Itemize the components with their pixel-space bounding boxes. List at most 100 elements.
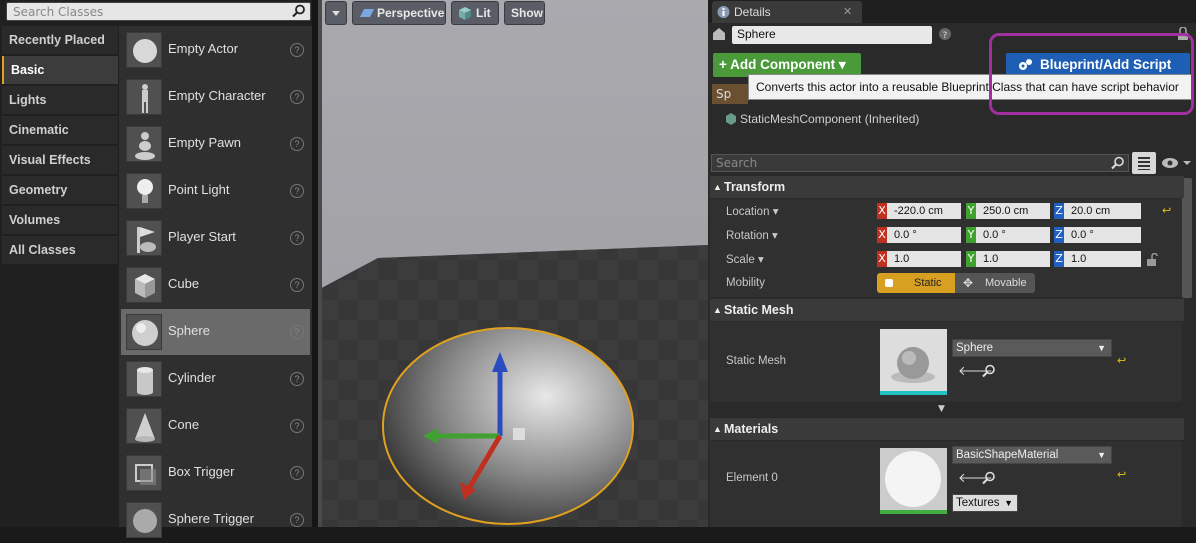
- reset-to-default-icon[interactable]: ↩: [1117, 354, 1126, 367]
- list-item-cube[interactable]: Cube ?: [121, 262, 310, 308]
- mobility-movable-button[interactable]: ✥ Movable: [955, 273, 1035, 293]
- search-classes-input[interactable]: Search Classes: [6, 2, 311, 21]
- item-label: Player Start: [168, 229, 236, 244]
- rotation-label[interactable]: Rotation ▾: [726, 228, 778, 242]
- search-icon: [1111, 156, 1124, 170]
- material-thumbnail[interactable]: [880, 448, 947, 514]
- lit-button[interactable]: Lit: [451, 1, 499, 25]
- list-item-box-trigger[interactable]: Box Trigger ?: [121, 450, 310, 496]
- help-icon[interactable]: ?: [290, 184, 304, 198]
- pawn-thumbnail: [126, 126, 162, 162]
- list-item-cone[interactable]: Cone ?: [121, 403, 310, 449]
- scale-z-field[interactable]: 1.0: [1064, 251, 1141, 267]
- category-visual-effects[interactable]: Visual Effects: [2, 146, 118, 174]
- rotation-x-field[interactable]: 0.0 °: [887, 227, 961, 243]
- list-item-sphere[interactable]: Sphere ?: [121, 309, 310, 355]
- rotation-z-field[interactable]: 0.0 °: [1064, 227, 1141, 243]
- category-all-classes[interactable]: All Classes: [2, 236, 118, 264]
- static-mesh-section-header[interactable]: ▲ Static Mesh: [710, 299, 1184, 321]
- expand-advanced-icon[interactable]: ▼: [938, 404, 945, 414]
- scale-y-field[interactable]: 1.0: [976, 251, 1050, 267]
- show-button[interactable]: Show: [504, 1, 545, 25]
- help-icon[interactable]: ?: [938, 27, 952, 41]
- reset-to-default-icon[interactable]: ↩: [1162, 204, 1171, 217]
- list-item-cylinder[interactable]: Cylinder ?: [121, 356, 310, 402]
- help-icon[interactable]: ?: [290, 278, 304, 292]
- show-label: Show: [511, 6, 543, 20]
- category-lights[interactable]: Lights: [2, 86, 118, 114]
- location-label[interactable]: Location ▾: [726, 204, 778, 218]
- help-icon[interactable]: ?: [290, 231, 304, 245]
- annotation-highlight-box: [989, 33, 1194, 115]
- category-cinematic[interactable]: Cinematic: [2, 116, 118, 144]
- reset-to-default-icon[interactable]: ↩: [1117, 468, 1126, 481]
- help-icon[interactable]: ?: [290, 372, 304, 386]
- viewport-options-button[interactable]: [325, 1, 347, 25]
- category-recently-placed[interactable]: Recently Placed: [2, 26, 118, 54]
- category-geometry[interactable]: Geometry: [2, 176, 118, 204]
- rotation-y-field[interactable]: 0.0 °: [976, 227, 1050, 243]
- eye-icon[interactable]: [1160, 155, 1192, 171]
- category-volumes[interactable]: Volumes: [2, 206, 118, 234]
- materials-section-header[interactable]: ▲ Materials: [710, 418, 1184, 440]
- mobility-static-button[interactable]: Static: [877, 273, 955, 293]
- section-title: Transform: [724, 180, 786, 194]
- help-icon[interactable]: ?: [290, 137, 304, 151]
- location-y-field[interactable]: 250.0 cm: [976, 203, 1050, 219]
- actor-name-input[interactable]: Sphere: [732, 26, 932, 44]
- viewport-border: [318, 0, 322, 527]
- help-icon[interactable]: ?: [290, 466, 304, 480]
- material-sphere-icon: [885, 451, 941, 507]
- list-item-sphere-trigger[interactable]: Sphere Trigger ?: [121, 497, 310, 543]
- component-root-label: Sp: [716, 87, 732, 101]
- browse-search-icon[interactable]: [982, 364, 996, 378]
- perspective-button[interactable]: Perspective: [352, 1, 446, 25]
- material-combo[interactable]: BasicShapeMaterial ▼: [952, 446, 1112, 464]
- player-start-thumbnail: [126, 220, 162, 256]
- static-mesh-component-item[interactable]: StaticMeshComponent (Inherited): [740, 112, 919, 126]
- scale-x-field[interactable]: 1.0: [887, 251, 961, 267]
- point-light-thumbnail: [126, 173, 162, 209]
- collapse-arrow-icon: ▲: [713, 305, 722, 315]
- location-z-field[interactable]: 20.0 cm: [1064, 203, 1141, 219]
- browse-search-icon[interactable]: [982, 471, 996, 485]
- help-icon[interactable]: ?: [290, 419, 304, 433]
- svg-text:?: ?: [943, 31, 948, 41]
- cube-thumbnail: [126, 267, 162, 303]
- location-x-field[interactable]: -220.0 cm: [887, 203, 961, 219]
- list-item-point-light[interactable]: Point Light ?: [121, 168, 310, 214]
- property-matrix-button[interactable]: [1132, 152, 1156, 174]
- cylinder-thumbnail: [126, 361, 162, 397]
- help-icon[interactable]: ?: [290, 325, 304, 339]
- static-mesh-thumbnail[interactable]: [880, 329, 947, 395]
- scale-label[interactable]: Scale ▾: [726, 252, 764, 266]
- tab-details[interactable]: Details: [712, 1, 862, 23]
- help-icon[interactable]: ?: [290, 90, 304, 104]
- list-item-empty-character[interactable]: Empty Character ?: [121, 74, 310, 120]
- item-label: Empty Pawn: [168, 135, 241, 150]
- list-item-empty-pawn[interactable]: Empty Pawn ?: [121, 121, 310, 167]
- list-item-empty-actor[interactable]: Empty Actor ?: [121, 27, 310, 73]
- item-label: Sphere: [168, 323, 210, 338]
- level-viewport[interactable]: [318, 0, 708, 527]
- transform-section-header[interactable]: ▲ Transform: [710, 176, 1184, 198]
- x-axis-badge: X: [877, 203, 887, 219]
- search-placeholder: Search Classes: [13, 5, 104, 19]
- unlocked-icon[interactable]: [1146, 253, 1158, 267]
- help-icon[interactable]: ?: [290, 43, 304, 57]
- list-item-player-start[interactable]: Player Start ?: [121, 215, 310, 261]
- search-icon[interactable]: [292, 4, 306, 18]
- details-search-input[interactable]: Search: [711, 154, 1129, 172]
- chevron-down-icon: ▼: [1097, 450, 1106, 460]
- static-mesh-combo[interactable]: Sphere ▼: [952, 339, 1112, 357]
- static-label: Static: [914, 277, 942, 289]
- item-label: Empty Actor: [168, 41, 239, 56]
- help-icon[interactable]: ?: [290, 513, 304, 527]
- sphere-thumbnail: [126, 314, 162, 350]
- location-text: Location: [726, 206, 770, 218]
- add-component-label: Add Component: [730, 57, 836, 72]
- component-root-row[interactable]: Sp: [712, 84, 748, 104]
- category-basic[interactable]: Basic: [2, 56, 118, 84]
- close-icon[interactable]: ✕: [843, 5, 852, 18]
- textures-dropdown[interactable]: Textures ▼: [952, 494, 1018, 512]
